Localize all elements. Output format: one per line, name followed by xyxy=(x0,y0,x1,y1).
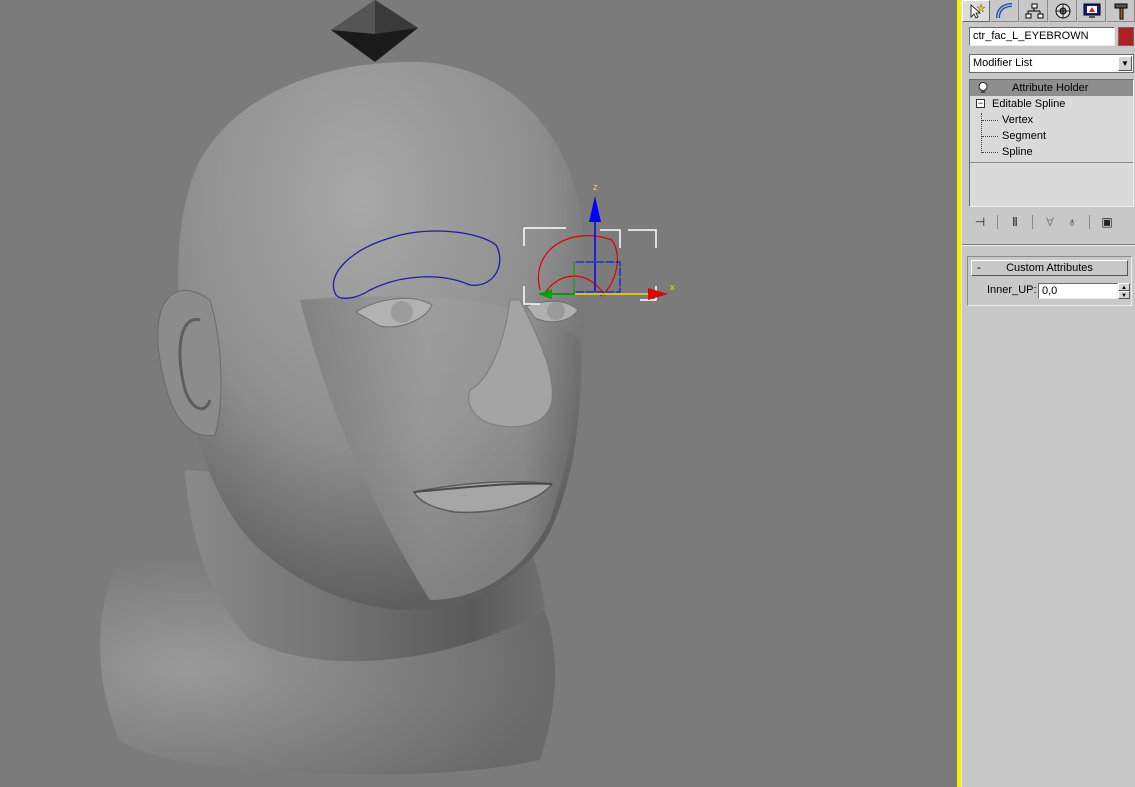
head-mesh-ear[interactable] xyxy=(157,289,222,437)
point-helper-diamond[interactable] xyxy=(331,0,418,62)
stack-subobject-spline[interactable]: Spline xyxy=(970,144,1133,160)
stack-item-attribute-holder[interactable]: Attribute Holder xyxy=(970,80,1133,96)
rollout-title: Custom Attributes xyxy=(1006,262,1093,274)
display-tab[interactable] xyxy=(1078,0,1106,22)
hierarchy-tab[interactable] xyxy=(1020,0,1048,22)
stack-subobject-vertex[interactable]: Vertex xyxy=(970,112,1133,128)
motion-wheel-icon xyxy=(1055,3,1070,18)
utilities-tab[interactable] xyxy=(1107,0,1135,22)
rollout-header[interactable]: - Custom Attributes xyxy=(971,260,1128,276)
cursor-star-icon xyxy=(970,3,986,19)
monitor-icon xyxy=(1083,3,1100,18)
stack-toolbar: ⊣ Ⅱ ∀ ♁ ▣ xyxy=(969,212,1134,232)
viewport-canvas[interactable]: z x xyxy=(0,0,957,787)
inner-up-spinner-field[interactable]: 0,0 xyxy=(1038,283,1118,299)
command-panel-tabs xyxy=(962,0,1135,22)
gizmo-axis-z-label: z xyxy=(593,182,598,192)
modifier-list-label: Modifier List xyxy=(973,57,1033,69)
pin-stack-icon[interactable]: ⊣ xyxy=(969,213,991,231)
custom-attributes-rollout: - Custom Attributes Inner_UP: 0,0 ▲ ▼ xyxy=(967,256,1132,306)
chevron-down-icon[interactable]: ▼ xyxy=(1118,56,1132,71)
stack-item-label: Attribute Holder xyxy=(1012,82,1089,94)
modifier-list-dropdown[interactable]: Modifier List ▼ xyxy=(969,54,1134,73)
motion-tab[interactable] xyxy=(1049,0,1077,22)
stack-item-editable-spline[interactable]: − Editable Spline xyxy=(970,96,1133,112)
stack-item-label: Vertex xyxy=(1002,114,1034,126)
inner-up-label: Inner_UP: xyxy=(987,284,1037,296)
panel-divider xyxy=(962,244,1135,246)
stack-item-label: Editable Spline xyxy=(992,98,1066,110)
stack-item-label: Segment xyxy=(1002,130,1047,142)
collapse-toggle[interactable]: - xyxy=(977,261,981,275)
modify-tab[interactable] xyxy=(991,0,1019,22)
hierarchy-icon xyxy=(1025,3,1043,18)
show-end-result-icon[interactable]: Ⅱ xyxy=(1004,213,1026,231)
hammer-icon xyxy=(1114,3,1127,19)
create-tab[interactable] xyxy=(962,0,990,22)
collapse-box-icon[interactable]: − xyxy=(976,99,985,108)
perspective-viewport[interactable]: z x xyxy=(0,0,957,787)
spinner-down-icon[interactable]: ▼ xyxy=(1118,291,1130,299)
lightbulb-icon[interactable] xyxy=(978,82,988,94)
stack-item-label: Spline xyxy=(1002,146,1033,158)
gizmo-axis-x-label: x xyxy=(670,282,675,292)
bent-tube-icon xyxy=(995,2,1012,18)
spinner-arrows[interactable]: ▲ ▼ xyxy=(1118,283,1130,299)
remove-modifier-icon[interactable]: ♁ xyxy=(1061,213,1083,231)
stack-subobject-segment[interactable]: Segment xyxy=(970,128,1133,144)
make-unique-icon[interactable]: ∀ xyxy=(1039,213,1061,231)
configure-modifier-sets-icon[interactable]: ▣ xyxy=(1096,213,1118,231)
modifier-stack[interactable]: Attribute Holder − Editable Spline Verte… xyxy=(969,79,1134,207)
object-color-swatch[interactable] xyxy=(1118,27,1134,46)
spinner-up-icon[interactable]: ▲ xyxy=(1118,283,1130,291)
object-name-field[interactable]: ctr_fac_L_EYEBROWN xyxy=(969,27,1115,46)
stack-divider xyxy=(970,162,1133,163)
command-panel: ctr_fac_L_EYEBROWN Modifier List ▼ Attri… xyxy=(961,0,1135,787)
